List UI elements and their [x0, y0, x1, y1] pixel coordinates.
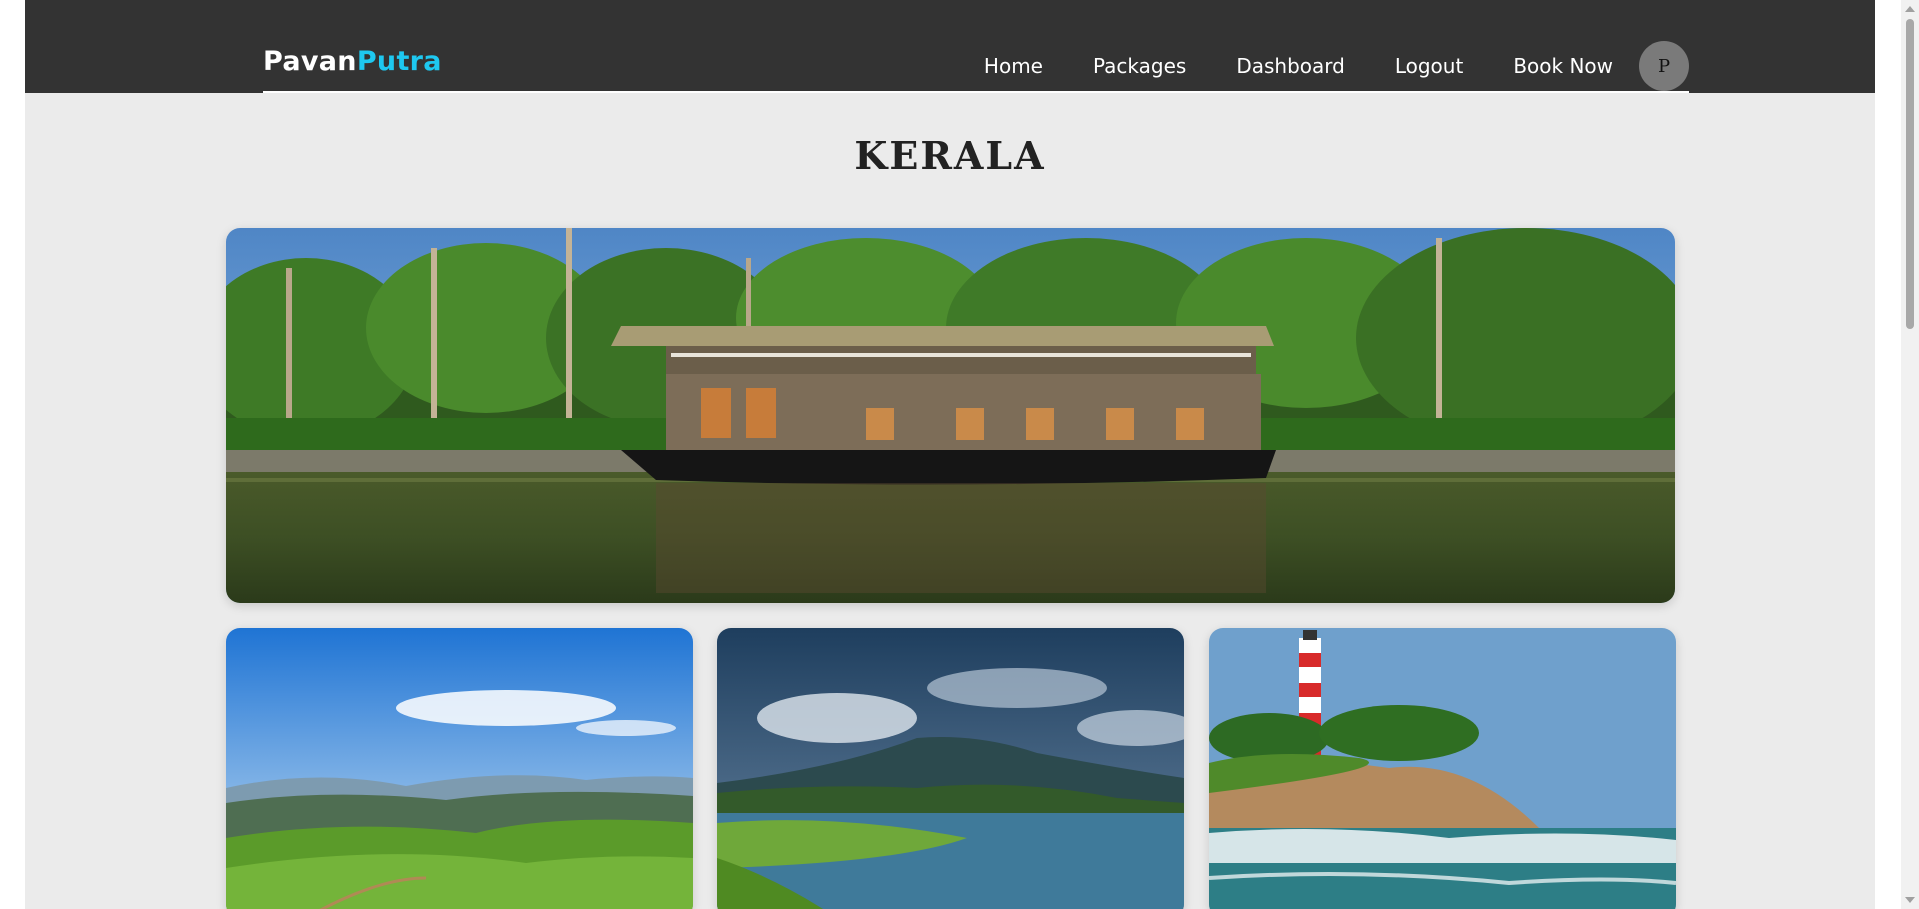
brand-name-primary: Pavan [263, 46, 357, 77]
brand-logo[interactable]: PavanPutra [263, 44, 442, 80]
houseboat-illustration [226, 228, 1675, 603]
nav-link-dashboard[interactable]: Dashboard [1236, 54, 1345, 78]
gallery-card-2[interactable] [717, 628, 1184, 909]
nav-link-book-now[interactable]: Book Now [1513, 54, 1613, 78]
navbar-inner: PavanPutra Home Packages Dashboard Logou… [263, 0, 1689, 93]
navbar: PavanPutra Home Packages Dashboard Logou… [25, 0, 1875, 93]
nav-link-packages[interactable]: Packages [1093, 54, 1186, 78]
nav-links: Home Packages Dashboard Logout Book Now … [984, 41, 1689, 91]
scroll-up-arrow-icon[interactable] [1905, 6, 1915, 12]
gallery-card-1[interactable] [226, 628, 693, 909]
vertical-scrollbar[interactable] [1901, 0, 1919, 909]
page-title: KERALA [854, 133, 1046, 178]
nav-link-logout[interactable]: Logout [1395, 54, 1463, 78]
tea-plantation-illustration [226, 628, 693, 909]
hero-image [226, 228, 1675, 603]
lighthouse-beach-illustration [1209, 628, 1676, 909]
page: PavanPutra Home Packages Dashboard Logou… [25, 0, 1875, 909]
gallery-card-3[interactable] [1209, 628, 1676, 909]
mountain-lake-illustration [717, 628, 1184, 909]
brand-name-accent: Putra [356, 46, 442, 77]
scroll-down-arrow-icon[interactable] [1905, 897, 1915, 903]
user-avatar[interactable]: P [1639, 41, 1689, 91]
scroll-thumb[interactable] [1906, 19, 1914, 329]
nav-link-home[interactable]: Home [984, 54, 1043, 78]
